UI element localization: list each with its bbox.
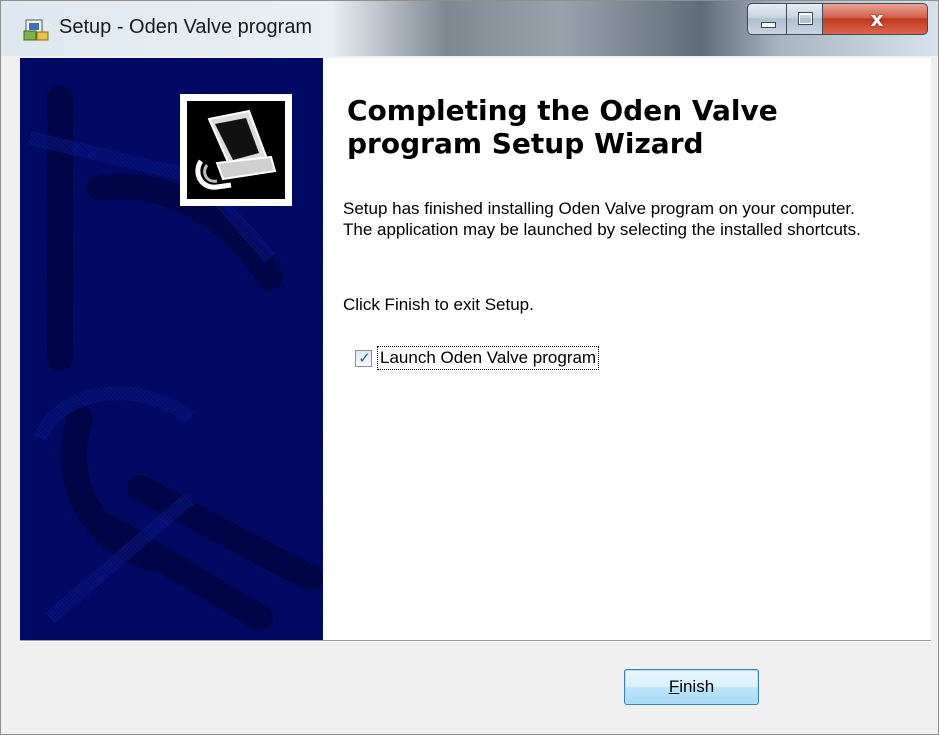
- close-button[interactable]: x: [822, 3, 928, 35]
- finish-label: inish: [679, 677, 715, 696]
- finish-accelerator: F: [668, 677, 680, 696]
- close-icon: x: [870, 7, 884, 31]
- wizard-sidebar-image: [20, 58, 323, 640]
- finish-message: Setup has finished installing Oden Valve…: [343, 199, 861, 239]
- launch-checkbox-label[interactable]: Launch Oden Valve program: [376, 346, 600, 370]
- wizard-page: Completing the Oden Valve program Setup …: [20, 58, 931, 640]
- minimize-icon: [761, 22, 776, 28]
- footer-divider: [20, 640, 931, 642]
- finish-button[interactable]: Finish: [624, 669, 759, 705]
- maximize-icon: [798, 12, 813, 25]
- setup-window: Setup - Oden Valve program x Completing …: [0, 0, 939, 735]
- page-heading: Completing the Oden Valve program Setup …: [347, 94, 778, 160]
- check-icon: ✓: [358, 348, 371, 367]
- minimize-button[interactable]: [747, 3, 787, 35]
- exit-hint: Click Finish to exit Setup.: [343, 295, 534, 314]
- window-title: Setup - Oden Valve program: [59, 16, 313, 38]
- launch-checkbox[interactable]: ✓: [355, 348, 372, 367]
- title-bar[interactable]: Setup - Oden Valve program x: [1, 1, 938, 56]
- maximize-button[interactable]: [786, 3, 823, 35]
- launch-checkbox-row[interactable]: ✓ Launch Oden Valve program: [355, 346, 600, 370]
- installer-icon: [23, 19, 49, 41]
- wizard-content: Completing the Oden Valve program Setup …: [343, 58, 913, 640]
- computer-setup-icon: [180, 94, 292, 206]
